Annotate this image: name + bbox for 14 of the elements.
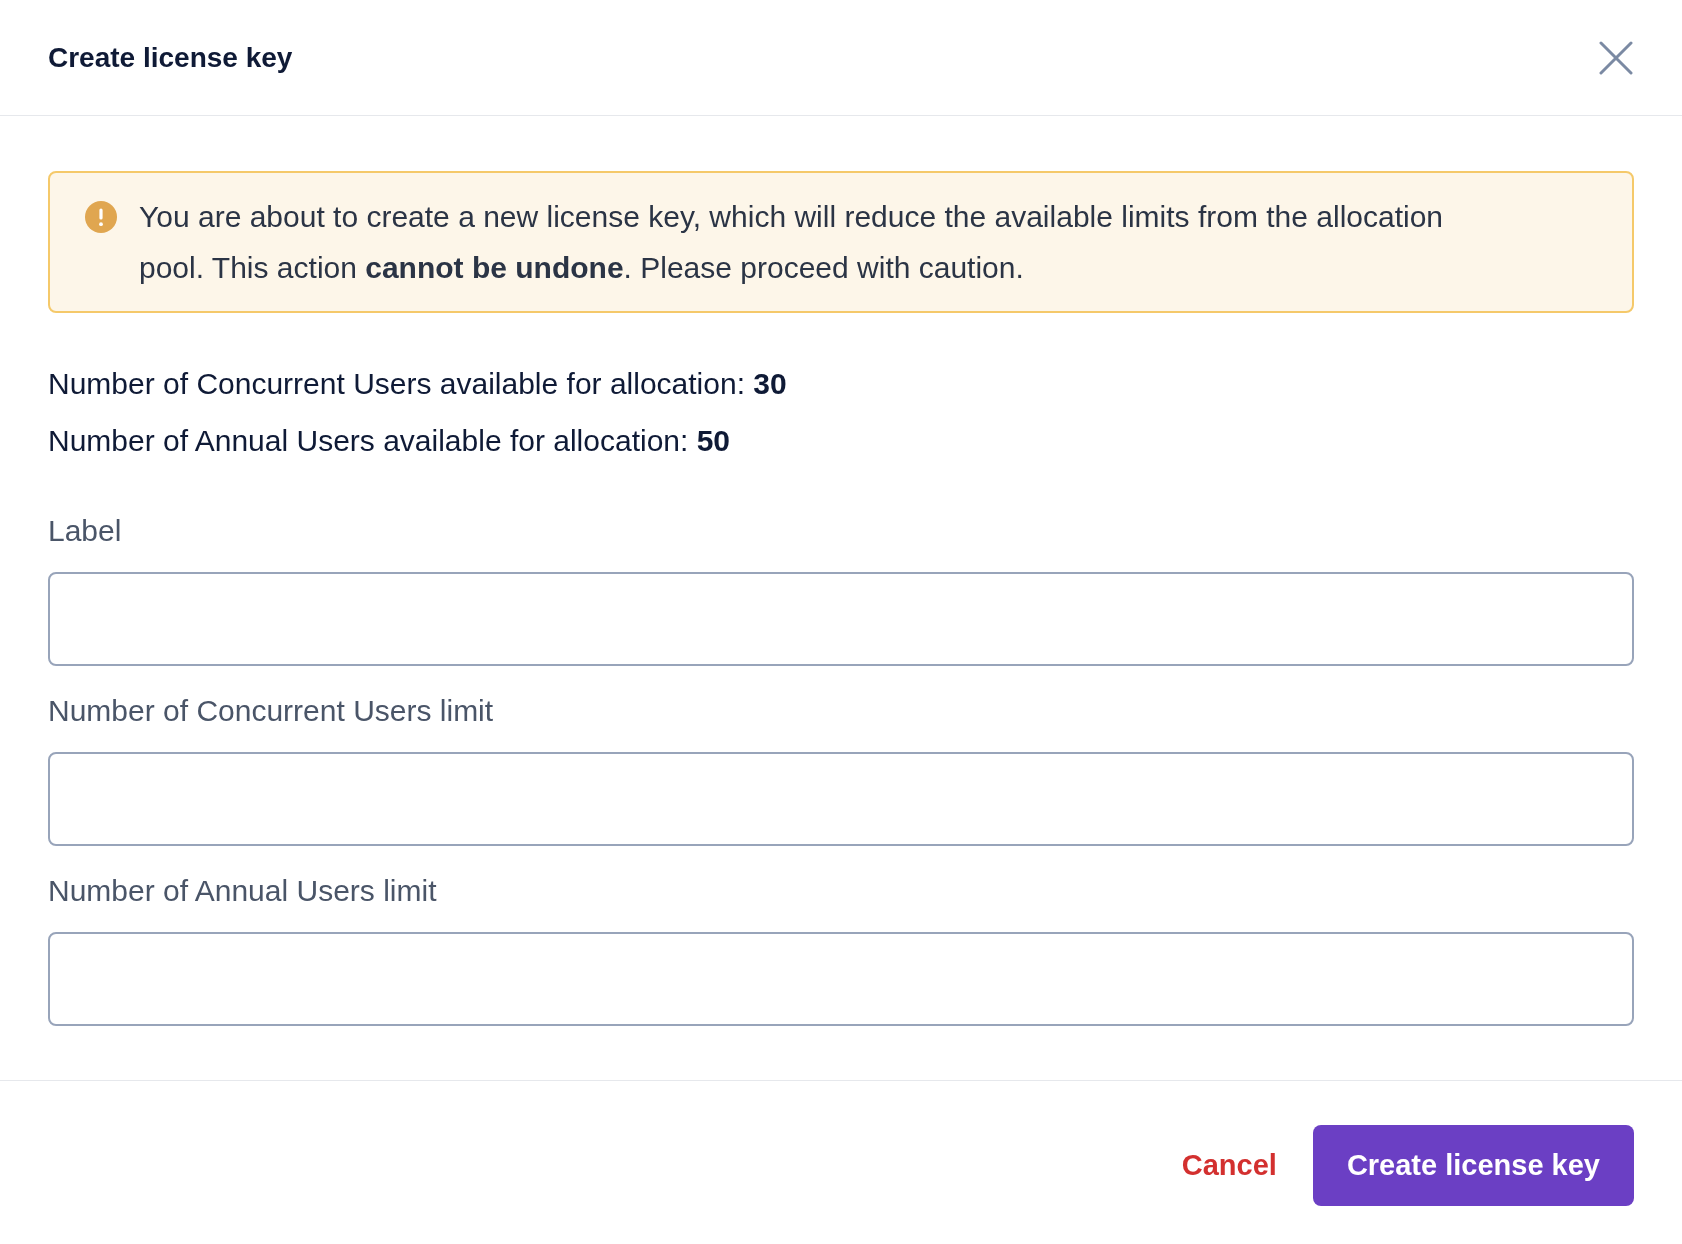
dialog-title: Create license key: [48, 41, 293, 74]
input-field[interactable]: [48, 932, 1634, 1026]
close-icon[interactable]: [1598, 39, 1634, 76]
warning-message: You are about to create a new license key, which will reduce the available limits from the allocation pool. This action cannot be undone. Please proceed with caution.: [139, 199, 1445, 286]
create-button[interactable]: Create license key: [1312, 1125, 1634, 1206]
exclamation-icon: [85, 201, 117, 233]
field-label: Number of Concurrent Users limit: [48, 693, 495, 729]
input-field[interactable]: [48, 572, 1634, 666]
input-field[interactable]: [48, 752, 1634, 846]
cancel-link[interactable]: Cancel: [1179, 1141, 1279, 1190]
field-label: Label: [48, 513, 123, 549]
availability-text: Number of Concurrent Users available for allocation: 30: [48, 366, 788, 402]
field-label: Number of Annual Users limit: [48, 873, 438, 909]
availability-text: Number of Annual Users available for allocation: 50: [48, 423, 732, 459]
